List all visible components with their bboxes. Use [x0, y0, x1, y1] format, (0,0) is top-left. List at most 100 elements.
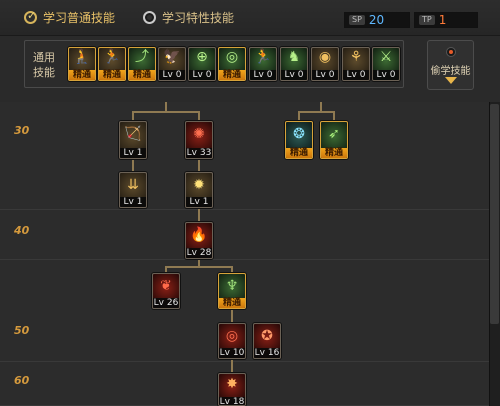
common-skill-11[interactable]: ⚔ Lv 0 [372, 47, 400, 81]
tree-skill-serpent[interactable]: ♆ 精通 [218, 273, 246, 309]
connector [132, 159, 134, 173]
tp-tag: TP [419, 15, 435, 25]
common-skill-3[interactable]: ⤴ 精通 [128, 47, 156, 81]
skill-caption: Lv 0 [373, 70, 399, 80]
crosshair-icon: ⊕ [196, 49, 208, 65]
tp-counter: TP 1 [414, 12, 478, 28]
connector [298, 111, 300, 121]
explosion-icon: ✸ [226, 376, 238, 392]
skill-caption: Lv 1 [120, 148, 146, 158]
common-label-line2: 技能 [33, 66, 55, 79]
connector [198, 208, 200, 222]
runner-icon: 🏃 [254, 49, 272, 65]
tp-value: 1 [438, 13, 447, 27]
dropdown-arrow-icon [445, 77, 457, 84]
tree-skill-vortex[interactable]: ◎ Lv 10 [218, 323, 246, 359]
common-skill-2[interactable]: 🏃 精通 [98, 47, 126, 81]
mode-trait-label: 学习特性技能 [162, 11, 235, 25]
common-label-line1: 通用 [33, 51, 55, 64]
level-label-60: 60 [14, 374, 30, 387]
common-skill-6[interactable]: ◎ 精通 [218, 47, 246, 81]
skill-caption: Lv 0 [281, 70, 307, 80]
leaf-slash-icon: ⚔ [379, 49, 393, 65]
eagle-emblem-icon: 🦅 [163, 49, 181, 65]
bow-icon: 🏹 [124, 126, 142, 142]
common-skill-5[interactable]: ⊕ Lv 0 [188, 47, 216, 81]
sigil-icon: ✪ [261, 328, 273, 344]
tree-skill-sigil[interactable]: ✪ Lv 16 [253, 323, 281, 359]
connector [198, 159, 200, 173]
skill-caption: Lv 26 [153, 298, 179, 308]
skill-tree: 30 40 50 60 [0, 102, 500, 406]
leaping-figure-icon: 🏃 [103, 49, 121, 65]
connector [333, 111, 335, 121]
steal-skill-button[interactable]: 偷学技能 [427, 40, 474, 90]
skill-caption: 精通 [99, 70, 125, 80]
common-skill-1[interactable]: 🧎 精通 [68, 47, 96, 81]
target-icon: ◎ [225, 49, 239, 65]
level-label-50: 50 [14, 324, 30, 337]
orb-glow-icon: ❂ [293, 126, 305, 142]
common-skill-8[interactable]: ♞ Lv 0 [280, 47, 308, 81]
common-skill-9[interactable]: ◉ Lv 0 [311, 47, 339, 81]
guard-figure-icon: ♞ [287, 49, 301, 65]
arrow-rain-icon: ⇊ [127, 177, 139, 193]
dash-figure-icon: ⤴ [135, 49, 149, 65]
tree-skill-explosion[interactable]: ✸ Lv 18 [218, 373, 246, 406]
tree-skill-spear[interactable]: ➶ 精通 [320, 121, 348, 159]
claw-icon: ✺ [193, 126, 205, 142]
connector [132, 111, 134, 121]
skill-caption: Lv 33 [186, 148, 212, 158]
radio-unchecked-icon[interactable] [143, 11, 156, 24]
tree-row-35 [0, 210, 490, 260]
skill-caption: 精通 [286, 148, 312, 158]
tree-skill-beast[interactable]: ❦ Lv 26 [152, 273, 180, 309]
sp-counter: SP 20 [344, 12, 410, 28]
tree-skill-bow[interactable]: 🏹 Lv 1 [119, 121, 147, 159]
skill-caption: 精通 [321, 148, 347, 158]
spear-icon: ➶ [328, 126, 340, 142]
connector [231, 309, 233, 324]
tree-row-30 [0, 102, 490, 210]
skill-caption: 精通 [129, 70, 155, 80]
tree-skill-orb[interactable]: ❂ 精通 [285, 121, 313, 159]
skill-caption: Lv 0 [312, 70, 338, 80]
steal-skill-label: 偷学技能 [430, 66, 471, 77]
sp-tag: SP [349, 15, 365, 25]
serpent-icon: ♆ [225, 278, 239, 294]
common-skill-10[interactable]: ⚘ Lv 0 [342, 47, 370, 81]
tree-skill-claw[interactable]: ✺ Lv 33 [185, 121, 213, 159]
mode-normal-label: 学习普通技能 [43, 11, 116, 25]
skill-caption: Lv 0 [343, 70, 369, 80]
connector [198, 111, 200, 121]
scrollbar-thumb[interactable] [490, 104, 499, 324]
skill-caption: Lv 18 [219, 397, 245, 406]
tree-skill-flame[interactable]: 🔥 Lv 28 [185, 222, 213, 259]
burst-icon: ✹ [193, 177, 205, 193]
level-label-30: 30 [14, 124, 30, 137]
beast-icon: ❦ [160, 278, 172, 294]
level-label-40: 40 [14, 224, 30, 237]
tree-skill-burst[interactable]: ✹ Lv 1 [185, 172, 213, 208]
mode-trait-option[interactable]: 学习特性技能 [143, 9, 234, 26]
skill-caption: 精通 [219, 298, 245, 308]
connector [132, 111, 200, 113]
mode-normal-option[interactable]: 学习普通技能 [24, 9, 115, 26]
top-bar: 学习普通技能 学习特性技能 SP 20 TP 1 [0, 0, 500, 36]
common-skill-4[interactable]: 🦅 Lv 0 [158, 47, 186, 81]
connector [165, 266, 233, 268]
sp-value: 20 [368, 13, 385, 27]
eye-icon: ◉ [318, 49, 332, 65]
sitting-figure-icon: 🧎 [73, 49, 91, 65]
flame-icon: 🔥 [190, 227, 208, 243]
tree-skill-arrowrain[interactable]: ⇊ Lv 1 [119, 172, 147, 208]
skill-caption: Lv 1 [186, 197, 212, 207]
orb-icon [446, 47, 456, 57]
radio-checked-icon[interactable] [24, 9, 37, 24]
skill-caption: Lv 1 [120, 197, 146, 207]
vortex-icon: ◎ [225, 328, 239, 344]
common-skills-label: 通用 技能 [33, 50, 61, 80]
skill-caption: Lv 10 [219, 348, 245, 358]
skill-caption: 精通 [69, 70, 95, 80]
common-skill-7[interactable]: 🏃 Lv 0 [249, 47, 277, 81]
